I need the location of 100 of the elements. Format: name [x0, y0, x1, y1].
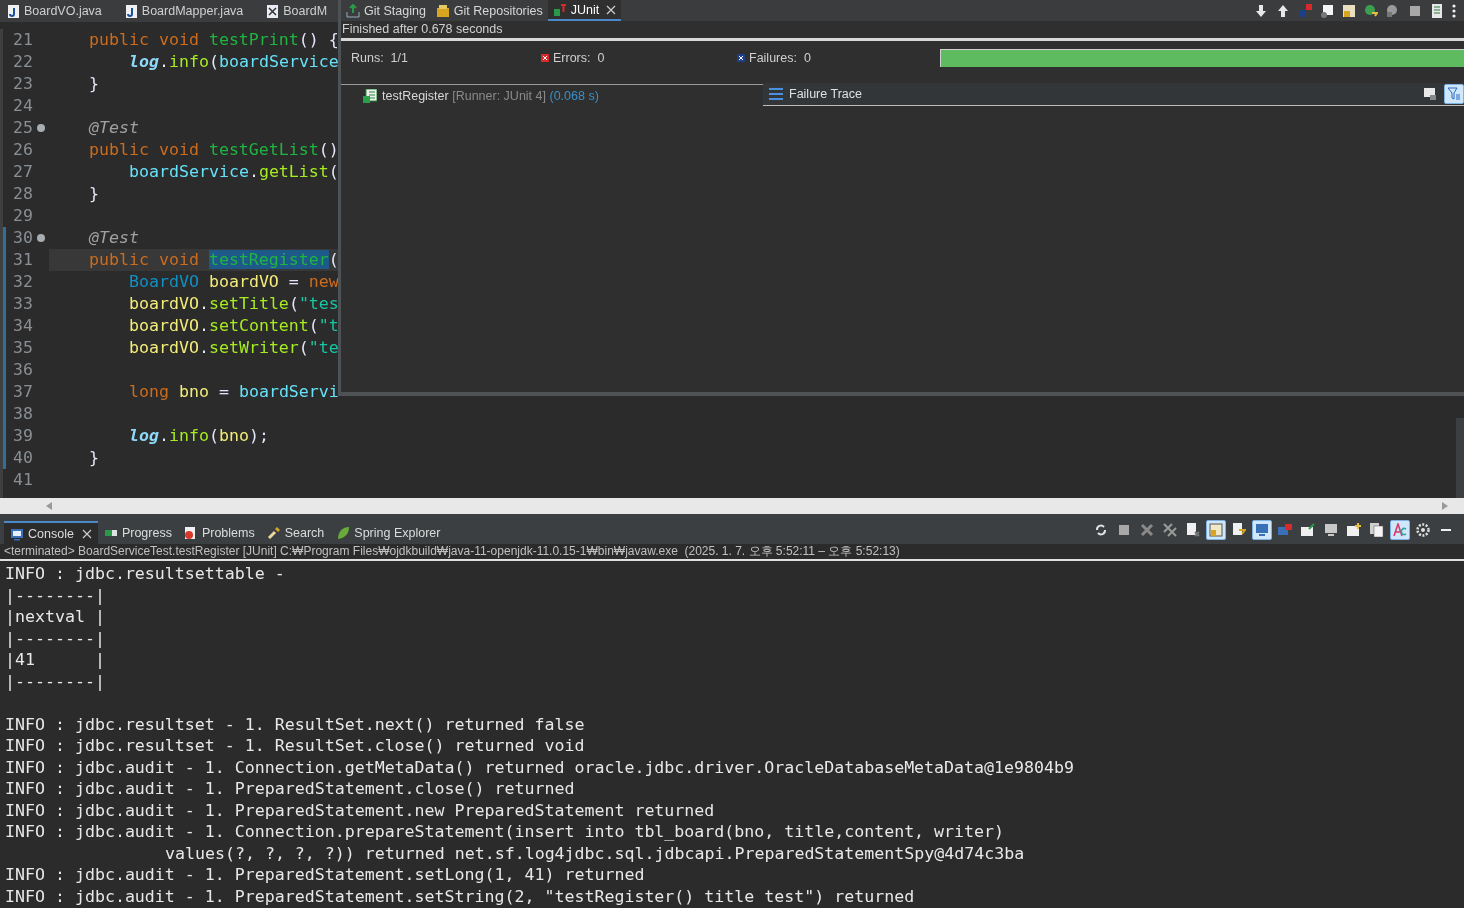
code-line: @Test	[87, 117, 140, 139]
console-line: INFO : jdbc.audit - 1. PreparedStatement.setLong(1, 41) returned	[5, 864, 645, 886]
console-line: |nextval |	[5, 606, 105, 628]
line-number: 25	[3, 117, 49, 139]
code-line: public void testGetList()	[88, 139, 340, 161]
line-number: 33	[3, 293, 49, 315]
list-icon	[769, 88, 783, 100]
status-text: Finished after 0.678 seconds	[341, 21, 1464, 41]
git-repository-icon	[435, 3, 450, 18]
line-number: 22	[12, 51, 34, 73]
line-number: 37	[3, 381, 49, 403]
view-tab[interactable]: Search	[260, 521, 331, 544]
close-icon[interactable]	[606, 4, 617, 15]
scroll-lock-icon	[1209, 523, 1223, 537]
view-tab[interactable]: Progress	[97, 521, 178, 544]
code-line: boardVO.setTitle("tes	[128, 293, 340, 315]
console-line: INFO : jdbc.audit - 1. PreparedStatement.new PreparedStatement returned	[5, 799, 715, 821]
line-number: 31	[3, 249, 49, 271]
code-line: }	[88, 73, 100, 95]
failure-trace-title: Failure Trace	[789, 87, 862, 101]
layout-icon[interactable]	[1430, 3, 1444, 18]
code-line: BoardVO boardVO = new	[128, 271, 340, 293]
code-line: @Test	[87, 227, 140, 249]
leaf-icon	[336, 525, 351, 540]
line-number: 35	[3, 337, 49, 359]
test-passed-icon	[363, 89, 377, 103]
line-number: 29	[12, 205, 34, 227]
editor-tab[interactable]: BoardMapper.java	[117, 0, 260, 22]
more-icon[interactable]	[1452, 3, 1456, 18]
error-monitor-icon	[1278, 523, 1292, 537]
console-line: INFO : jdbc.audit - 1. Connection.prepareStatement(insert into tbl_board(bno, title,content, writer)	[5, 821, 1005, 843]
sync-icon	[1094, 523, 1108, 537]
code-line: boardVO.setWriter("te	[128, 337, 340, 359]
console-line: INFO : jdbc.resultset - 1. ResultSet.next() returned false	[5, 713, 585, 735]
stop-icon[interactable]	[1408, 3, 1422, 18]
problems-icon	[183, 525, 198, 540]
line-number: 27	[12, 161, 34, 183]
remove-all-icon	[1163, 523, 1177, 537]
settings-icon	[1416, 523, 1430, 537]
toolbar-button[interactable]	[1413, 520, 1433, 540]
editor-tab[interactable]: BoardVO.java	[0, 0, 118, 22]
arrow-up-icon[interactable]	[1276, 3, 1290, 18]
view-tab[interactable]: Problems	[177, 521, 261, 544]
code-line: long bno = boardServi	[128, 381, 340, 403]
close-icon	[1140, 523, 1154, 537]
code-line: }	[88, 447, 100, 469]
test-item[interactable]: testRegister [Runner: JUnit 4] (0.068 s)	[363, 86, 763, 106]
view-tab[interactable]: Spring Explorer	[330, 521, 447, 544]
process-label: <terminated> BoardServiceTest.testRegister [JUnit] C:₩Program Files₩ojdkbuild₩java-11-openjdk-11.0.15-1₩bin₩javaw.exe (2025. 1. 7. 오후 5:52:11 – 오후 5:52:13)	[0, 544, 1464, 561]
monitor-icon	[1255, 523, 1269, 537]
line-number: 30	[3, 227, 49, 249]
line-number: 26	[12, 139, 34, 161]
git-staging-icon	[346, 3, 360, 18]
line-number: 23	[12, 73, 34, 95]
line-number: 39	[3, 425, 49, 447]
line-number: 24	[12, 95, 34, 117]
minimize-icon	[1441, 529, 1451, 531]
view-tab[interactable]: JUnit	[547, 0, 622, 21]
line-number: 38	[3, 403, 49, 425]
line-number: 36	[3, 359, 49, 381]
console-line: |--------|	[5, 627, 105, 649]
arrow-down-icon[interactable]	[1254, 3, 1268, 18]
line-number: 34	[3, 315, 49, 337]
code-line: boardService.getList(	[128, 161, 340, 183]
compare-icon	[1423, 87, 1437, 101]
failures-label: Failures: 0	[749, 51, 811, 65]
code-line: log.info(bno);	[128, 425, 270, 447]
console-line: INFO : jdbc.resultset - 1. ResultSet.close() returned void	[5, 735, 585, 757]
console-line: |--------|	[5, 670, 105, 692]
editor-tab[interactable]: BoardM	[259, 0, 344, 22]
fold-icon[interactable]	[37, 234, 45, 242]
failure-icon	[737, 54, 745, 62]
view-tab[interactable]: Git Repositories	[430, 0, 548, 21]
java-file-icon	[8, 4, 19, 18]
filter-icon	[1447, 87, 1461, 101]
code-line: boardVO.setContent("t	[128, 315, 340, 337]
flashlight-icon	[266, 525, 281, 540]
line-number: 40	[3, 447, 49, 469]
ansi-color-icon	[1393, 523, 1407, 537]
java-file-icon	[125, 4, 137, 18]
vertical-scrollbar[interactable]	[1456, 418, 1464, 498]
line-number: 32	[3, 271, 49, 293]
error-icon	[541, 54, 549, 62]
junit-icon	[552, 2, 567, 17]
toolbar-button[interactable]	[1367, 520, 1387, 540]
console-line: |41 |	[5, 649, 105, 671]
console-line: INFO : jdbc.audit - 1. PreparedStatement.close() returned	[5, 778, 575, 800]
xml-file-icon	[267, 4, 279, 18]
code-line: }	[88, 183, 100, 205]
view-tab[interactable]: Console	[4, 521, 98, 544]
line-number: 28	[12, 183, 34, 205]
runs-label: Runs: 1/1	[351, 51, 408, 65]
console-line: INFO : jdbc.audit - 1. Connection.getMetaData() returned oracle.jdbc.driver.OracleDatabaseMetaData@1e9804b9	[5, 756, 1074, 778]
fold-icon[interactable]	[37, 124, 45, 132]
line-number: 41	[12, 469, 34, 491]
code-line: public void testPrint() {	[88, 29, 340, 51]
close-icon[interactable]	[81, 528, 92, 539]
view-tab[interactable]: Git Staging	[341, 0, 431, 21]
console-line: INFO : jdbc.resultsettable -	[5, 563, 285, 585]
console-line: |--------|	[5, 584, 105, 606]
